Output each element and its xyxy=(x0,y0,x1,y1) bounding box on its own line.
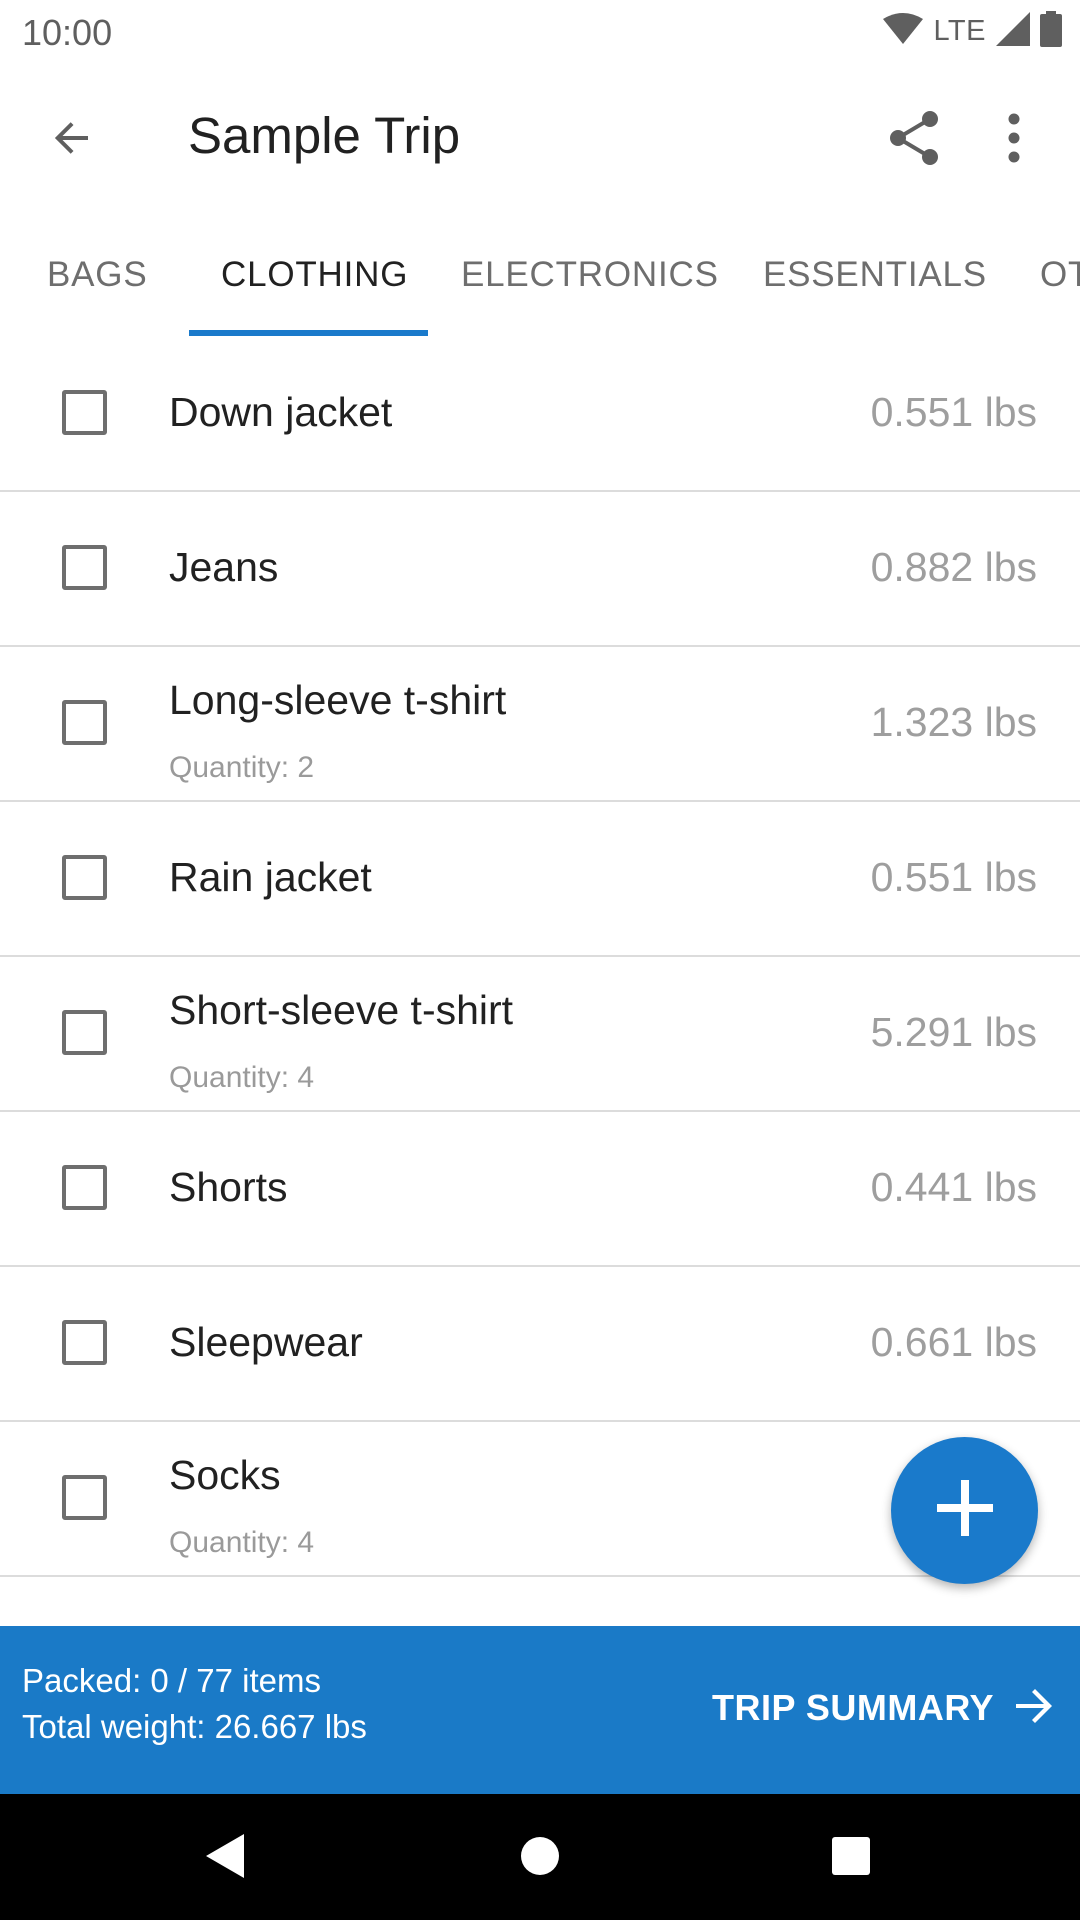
more-options-button[interactable] xyxy=(986,102,1042,178)
item-quantity: Quantity: 4 xyxy=(169,1061,315,1094)
add-item-button[interactable] xyxy=(891,1437,1038,1584)
battery-icon xyxy=(1040,10,1062,52)
more-vert-icon xyxy=(1007,113,1021,168)
plus-icon xyxy=(935,1478,995,1543)
item-weight: 0.551 lbs xyxy=(870,389,1037,435)
item-checkbox[interactable] xyxy=(62,1165,107,1210)
app-bar: Sample Trip xyxy=(0,62,1080,212)
item-list: Down jacket 0.551 lbs Jeans 0.882 lbs Lo… xyxy=(0,337,1080,1577)
item-checkbox[interactable] xyxy=(62,1475,107,1520)
wifi-icon xyxy=(883,12,924,50)
item-name: Jeans xyxy=(169,544,279,590)
item-name: Down jacket xyxy=(169,389,393,435)
list-item[interactable]: Sleepwear 0.661 lbs xyxy=(0,1267,1080,1422)
item-weight: 0.661 lbs xyxy=(870,1319,1037,1365)
status-time: 10:00 xyxy=(22,12,113,53)
tab-clothing[interactable]: CLOTHING xyxy=(221,212,408,337)
page-title: Sample Trip xyxy=(188,107,461,164)
item-weight: 0.441 lbs xyxy=(870,1164,1037,1210)
item-name: Shorts xyxy=(169,1164,288,1210)
item-weight: 5.291 lbs xyxy=(870,1009,1037,1055)
tab-electronics[interactable]: ELECTRONICS xyxy=(461,212,719,337)
list-item[interactable]: Jeans 0.882 lbs xyxy=(0,492,1080,647)
item-checkbox[interactable] xyxy=(62,1010,107,1055)
tab-bags[interactable]: BAGS xyxy=(47,212,147,337)
list-item[interactable]: Shorts 0.441 lbs xyxy=(0,1112,1080,1267)
item-checkbox[interactable] xyxy=(62,1320,107,1365)
trip-summary-label: TRIP SUMMARY xyxy=(711,1687,994,1728)
share-icon xyxy=(888,110,940,171)
tab-essentials[interactable]: ESSENTIALS xyxy=(763,212,987,337)
nav-recents-icon xyxy=(831,1836,871,1881)
share-button[interactable] xyxy=(876,102,952,178)
item-checkbox[interactable] xyxy=(62,390,107,435)
back-button[interactable] xyxy=(36,104,108,176)
packed-count: Packed: 0 / 77 items xyxy=(22,1662,321,1699)
list-item[interactable]: Down jacket 0.551 lbs xyxy=(0,337,1080,492)
nav-home-icon xyxy=(519,1835,561,1882)
status-bar: 10:00 LTE xyxy=(0,0,1080,62)
item-quantity: Quantity: 2 xyxy=(169,751,315,784)
nav-back-icon xyxy=(204,1832,248,1885)
item-name: Long-sleeve t-shirt xyxy=(169,677,507,723)
item-name: Socks xyxy=(169,1452,281,1498)
category-tabs: BAGS CLOTHING ELECTRONICS ESSENTIALS OT xyxy=(0,212,1080,337)
system-nav-bar xyxy=(0,1794,1080,1920)
summary-bar: Packed: 0 / 77 items Total weight: 26.66… xyxy=(0,1626,1080,1794)
nav-recents-button[interactable] xyxy=(815,1822,887,1894)
item-weight: 0.551 lbs xyxy=(870,854,1037,900)
nav-back-button[interactable] xyxy=(190,1822,262,1894)
item-weight: 1.323 lbs xyxy=(870,699,1037,745)
active-tab-indicator xyxy=(189,330,428,336)
back-arrow-icon xyxy=(48,114,96,167)
item-name: Sleepwear xyxy=(169,1319,363,1365)
network-type: LTE xyxy=(933,14,986,47)
list-item[interactable]: Long-sleeve t-shirt Quantity: 2 1.323 lb… xyxy=(0,647,1080,802)
list-item[interactable]: Rain jacket 0.551 lbs xyxy=(0,802,1080,957)
arrow-right-icon xyxy=(1012,1684,1056,1733)
tab-other[interactable]: OT xyxy=(1040,212,1080,337)
item-name: Short-sleeve t-shirt xyxy=(169,987,514,1033)
item-weight: 0.882 lbs xyxy=(870,544,1037,590)
item-checkbox[interactable] xyxy=(62,545,107,590)
trip-summary-button[interactable]: TRIP SUMMARY xyxy=(712,1672,1056,1744)
item-quantity: Quantity: 4 xyxy=(169,1526,315,1559)
signal-icon xyxy=(996,11,1030,51)
item-checkbox[interactable] xyxy=(62,700,107,745)
item-name: Rain jacket xyxy=(169,854,372,900)
list-item[interactable]: Short-sleeve t-shirt Quantity: 4 5.291 l… xyxy=(0,957,1080,1112)
total-weight: Total weight: 26.667 lbs xyxy=(22,1708,367,1745)
nav-home-button[interactable] xyxy=(504,1822,576,1894)
status-icons: LTE xyxy=(883,10,1062,52)
item-checkbox[interactable] xyxy=(62,855,107,900)
